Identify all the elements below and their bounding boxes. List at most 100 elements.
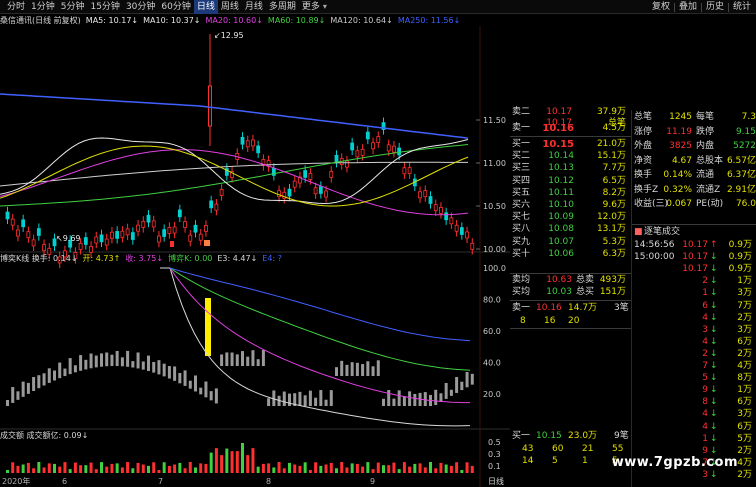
indicator-tick-label: 40.0	[483, 359, 501, 368]
indicator-line	[169, 267, 471, 342]
period-tab-0[interactable]: 分时	[4, 0, 28, 14]
toolbar-menu-0[interactable]: 复权	[649, 0, 673, 14]
tick-price: 10.17	[682, 264, 708, 275]
stat-label: 总股本	[696, 155, 724, 166]
indicator-bar	[136, 352, 140, 369]
volume-bar	[188, 462, 192, 473]
tick-row: 15:00:00 10.17 ↓ 0.9万	[510, 252, 756, 263]
candle-body	[470, 242, 475, 250]
tick-row: 8 ↓ 6万	[510, 397, 756, 408]
candle-body	[313, 187, 318, 195]
volume-bar	[194, 467, 197, 473]
period-tab-8[interactable]: 月线	[242, 0, 266, 14]
indicator-bar	[329, 390, 333, 406]
indicator-bar	[449, 389, 453, 396]
volume-bar	[26, 462, 30, 473]
indicator-bar	[371, 366, 375, 376]
volume-bar	[455, 462, 459, 473]
period-tab-1[interactable]: 1分钟	[28, 0, 58, 14]
indicator-line	[169, 267, 471, 371]
volume-bar	[355, 463, 359, 473]
period-tab-5[interactable]: 60分钟	[158, 0, 193, 14]
indicator-bar	[413, 393, 417, 406]
candle-body	[459, 227, 464, 235]
price-tick-label: 10.50	[483, 202, 506, 211]
indicator-bar	[79, 355, 83, 371]
stat-value: 3825	[669, 141, 692, 151]
period-tab-3[interactable]: 15分钟	[87, 0, 122, 14]
tick-volume: 0.9万	[728, 240, 752, 250]
tick-volume: 2万	[737, 348, 752, 359]
candle-body	[350, 142, 355, 151]
date-label: 2020年	[2, 476, 30, 486]
macd_line-value-0: 博奕K线 换手: 0.14↓	[0, 254, 78, 263]
volume-bar	[439, 462, 443, 473]
indicator-bar	[173, 366, 177, 381]
volume-bar	[209, 452, 213, 473]
volume-bar	[79, 465, 83, 473]
indicator-bar	[387, 390, 391, 406]
stat-row: 外盘 3825 内盘 5272	[510, 141, 756, 152]
volume-bar	[335, 468, 338, 473]
chevron-down-icon: ▾	[322, 2, 327, 11]
toolbar-menu-3[interactable]: 统计	[730, 0, 754, 14]
ma_line-value-5: MA250: 11.56↓	[397, 16, 461, 25]
indicator-bar	[47, 368, 51, 383]
volume-bar	[63, 462, 67, 473]
tick-volume: 8万	[737, 373, 752, 384]
indicator-bar	[303, 395, 307, 406]
candle-body	[360, 148, 365, 156]
period-tab-10[interactable]: 更多	[299, 0, 323, 14]
tick-direction-icon: ↓	[710, 276, 718, 287]
tick-row: 14:56:56 10.17 ↑ 0.9万	[510, 240, 756, 251]
tick-direction-icon: ↓	[710, 312, 718, 323]
candle-body	[465, 231, 469, 239]
volume-bar	[141, 464, 145, 473]
volume-bar	[105, 466, 109, 473]
macd_line-value-2: 收: 3.75↓	[125, 254, 164, 263]
highlight-bar	[205, 298, 211, 356]
tick-price: 4	[702, 312, 708, 323]
tick-direction-icon: ↓	[710, 421, 718, 432]
period-tab-9[interactable]: 多周期	[266, 0, 299, 14]
stat-label: 跌停	[696, 126, 715, 137]
volume-bar	[42, 467, 46, 473]
indicator-bar	[324, 399, 328, 406]
volume-bar	[167, 465, 171, 473]
tick-volume: 1万	[737, 276, 752, 287]
tick-direction-icon: ↓	[710, 324, 718, 335]
price-tick-label: 11.50	[483, 116, 506, 125]
toolbar-menu-2[interactable]: 历史	[703, 0, 727, 14]
candle-body	[355, 150, 360, 158]
tick-row: 4 ↓ 2万	[510, 313, 756, 324]
volume-bar	[345, 467, 349, 473]
toolbar-menu-1[interactable]: 叠加	[676, 0, 700, 14]
indicator-bar	[298, 391, 302, 406]
volume-bar	[147, 465, 150, 473]
ma250-line	[0, 93, 469, 139]
volume-bar	[465, 462, 469, 473]
period-tab-6[interactable]: 日线	[193, 0, 218, 14]
tick-direction-icon: ↓	[710, 252, 718, 263]
period-tab-7[interactable]: 周线	[218, 0, 242, 14]
volume-bar	[387, 465, 391, 473]
toolbar-divider	[673, 2, 675, 12]
volume-bar	[429, 462, 432, 473]
candle-body	[386, 144, 391, 152]
indicator-bar	[110, 354, 114, 367]
volume-bar	[418, 463, 422, 473]
indicator-tick-label: 100.0	[483, 264, 506, 273]
price-tick-label: 11.00	[483, 159, 506, 168]
tick-price: 4	[702, 421, 708, 432]
buy-volume: 12.0万	[596, 212, 626, 223]
candle-body	[397, 147, 402, 156]
toolbar-divider	[727, 2, 729, 12]
ticks-title: 逐笔成交	[644, 227, 681, 237]
macd_line-value-1: 开: 4.73↑	[82, 254, 121, 263]
period-tab-4[interactable]: 30分钟	[123, 0, 158, 14]
tick-volume: 2万	[737, 469, 752, 480]
period-tag-label: 日线	[488, 476, 504, 486]
candles	[5, 34, 475, 269]
period-tab-2[interactable]: 5分钟	[58, 0, 88, 14]
candle-body	[428, 196, 433, 204]
